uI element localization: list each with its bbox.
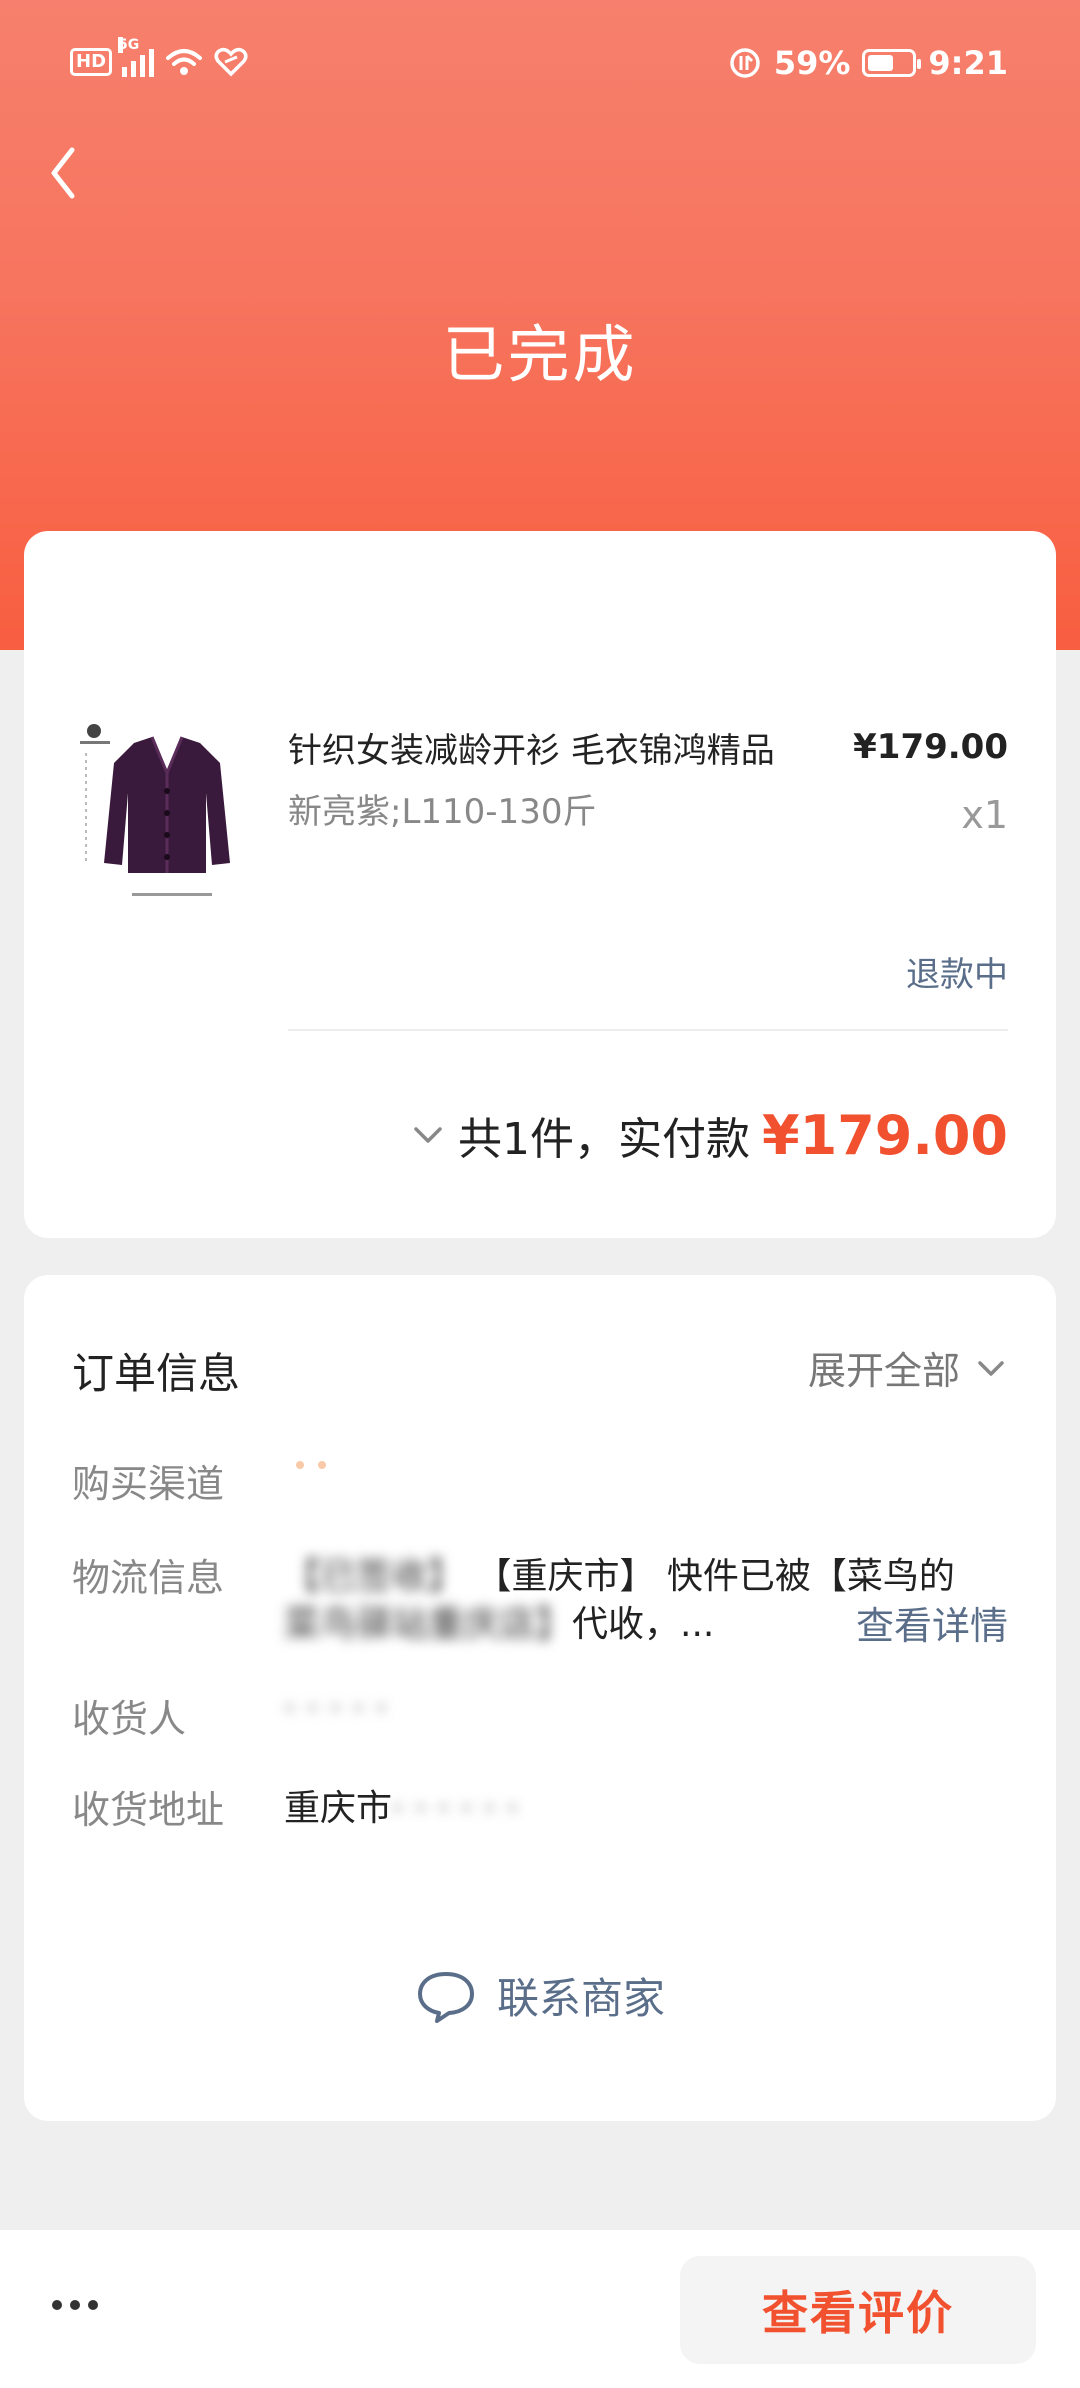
heart-link-icon xyxy=(214,47,248,77)
redacted-text: · · · · · · xyxy=(392,1788,518,1829)
total-label: 共1件，实付款 xyxy=(458,1114,751,1165)
address-label: 收货地址 xyxy=(72,1788,225,1832)
redacted-text: 【已签收】 xyxy=(284,1556,476,1597)
address-value: 重庆市· · · · · · xyxy=(284,1779,518,1831)
battery-percent: 59% xyxy=(773,44,851,82)
chevron-down-icon xyxy=(414,1127,442,1143)
channel-logo-icon xyxy=(296,1461,326,1469)
cardigan-image xyxy=(72,713,262,913)
more-dot-icon xyxy=(52,2300,62,2310)
logistics-line-2[interactable]: 菜鸟驿站重庆店】代收，... xyxy=(284,1595,714,1647)
data-saver-icon xyxy=(730,48,760,78)
purchase-channel-label: 购买渠道 xyxy=(72,1462,225,1506)
status-bar: HD 5G 59% 9:21 xyxy=(0,37,1080,90)
clock: 9:21 xyxy=(928,44,1008,82)
order-total-row[interactable]: 共1件，实付款 ¥179.00 xyxy=(410,1103,1008,1167)
product-quantity: x1 xyxy=(961,793,1008,837)
status-left: HD 5G xyxy=(70,37,248,78)
contact-merchant-label: 联系商家 xyxy=(496,1974,665,2023)
divider xyxy=(288,1029,1008,1031)
battery-icon xyxy=(862,49,922,77)
status-right: 59% 9:21 xyxy=(728,44,1008,82)
refund-status-link[interactable]: 退款中 xyxy=(906,947,1008,996)
recipient-value-redacted: · · · · · xyxy=(284,1688,387,1729)
wifi-icon xyxy=(166,49,203,75)
product-spec: 新亮紫;L110-130斤 xyxy=(288,792,597,832)
recipient-label: 收货人 xyxy=(72,1697,187,1741)
product-card: 针织女装减龄开衫 毛衣锦鸿精品 ¥179.00 新亮紫;L110-130斤 x1… xyxy=(24,531,1056,1238)
total-price: ¥179.00 xyxy=(762,1103,1008,1167)
back-button[interactable] xyxy=(40,138,100,208)
expand-all-button[interactable]: 展开全部 xyxy=(808,1340,1008,1395)
more-dot-icon xyxy=(70,2300,80,2310)
logistics-label: 物流信息 xyxy=(72,1556,225,1600)
redacted-text: 菜鸟驿站重庆店】 xyxy=(284,1604,573,1645)
view-review-button[interactable]: 查看评价 xyxy=(680,2256,1036,2364)
cellular-signal-icon: 5G xyxy=(118,37,155,77)
view-logistics-details-link[interactable]: 查看详情 xyxy=(856,1595,1008,1650)
product-image[interactable] xyxy=(72,713,262,913)
network-type: 5G xyxy=(118,37,140,53)
purchase-channel-value xyxy=(284,1453,344,1483)
more-options-button[interactable] xyxy=(52,2300,98,2310)
logistics-line-1[interactable]: 【已签收】 【重庆市】 快件已被【菜鸟的 xyxy=(284,1547,955,1599)
chevron-left-icon xyxy=(51,147,75,199)
logistics-text-1: 【重庆市】 快件已被【菜鸟的 xyxy=(475,1556,955,1597)
logistics-text-2: 代收，... xyxy=(572,1604,715,1645)
address-text: 重庆市 xyxy=(284,1788,393,1829)
chevron-down-icon xyxy=(978,1360,1004,1376)
order-info-title: 订单信息 xyxy=(72,1349,241,1398)
expand-all-label: 展开全部 xyxy=(807,1349,960,1393)
contact-merchant-button[interactable]: 联系商家 xyxy=(24,1965,1056,2026)
battery-level xyxy=(868,55,894,71)
product-price: ¥179.00 xyxy=(853,727,1008,767)
chat-bubble-icon xyxy=(417,1971,474,2023)
hd-icon: HD xyxy=(70,48,113,76)
page-title: 已完成 xyxy=(442,318,638,391)
product-name[interactable]: 针织女装减龄开衫 毛衣锦鸿精品 xyxy=(288,723,775,772)
order-info-card: 订单信息 展开全部 购买渠道 物流信息 【已签收】 【重庆市】 快件已被【菜鸟的… xyxy=(24,1275,1056,2121)
more-dot-icon xyxy=(88,2300,98,2310)
bottom-action-bar: 查看评价 xyxy=(0,2230,1080,2388)
